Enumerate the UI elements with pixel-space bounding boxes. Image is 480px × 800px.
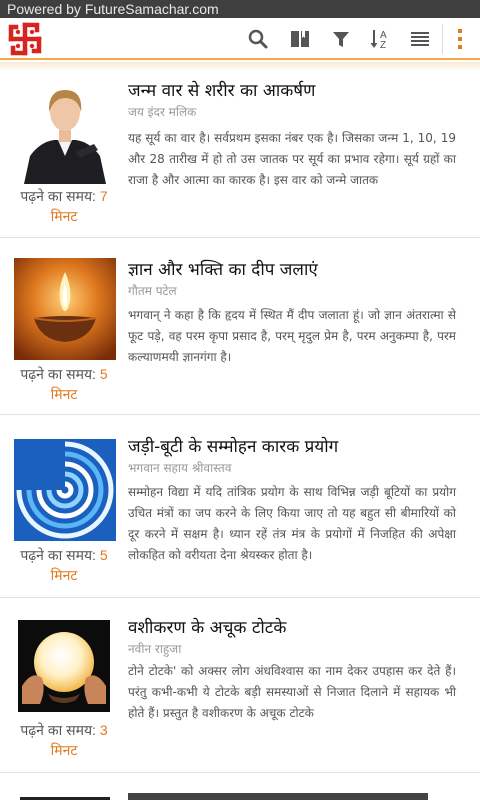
article-author: नवीन राहुजा xyxy=(128,642,182,656)
read-time-label: पढ़ने का समय: xyxy=(20,722,96,738)
read-time: पढ़ने का समय: 3 मिनट xyxy=(6,720,122,760)
swastik-logo-icon[interactable] xyxy=(8,22,42,56)
read-time: पढ़ने का समय: 5 मिनट xyxy=(6,364,122,404)
read-time-value: 7 xyxy=(99,188,108,204)
article-item[interactable]: पढ़ने का समय: 5 मिनट ज्ञान और भक्ति का द… xyxy=(0,238,480,415)
article-author: गौतम पटेल xyxy=(128,284,177,298)
businesswoman-photo xyxy=(14,82,116,184)
app-toolbar: A Z xyxy=(0,18,480,60)
read-time-unit: मिनट xyxy=(50,208,78,224)
article-title[interactable]: ज्ञान और भक्ति का दीप जलाएं xyxy=(128,259,474,281)
read-time-value: 3 xyxy=(99,722,108,738)
article-list: पढ़ने का समय: 7 मिनट जन्म वार से शरीर का… xyxy=(0,72,480,800)
read-time-label: पढ़ने का समय: xyxy=(20,547,96,563)
status-bar-text: Powered by FutureSamachar.com xyxy=(7,1,219,17)
toolbar-divider xyxy=(442,24,443,54)
article-item[interactable]: पढ़ने का समय: 3 मिनट वशीकरण के अचूक टोटक… xyxy=(0,598,480,773)
read-time: पढ़ने का समय: 7 मिनट xyxy=(6,186,122,226)
read-time-label: पढ़ने का समय: xyxy=(20,188,96,204)
overflow-menu-icon[interactable] xyxy=(449,28,471,50)
article-excerpt: भगवान् ने कहा है कि हृदय में स्थित मैं द… xyxy=(128,308,456,364)
article-item[interactable]: पढ़ने का समय: 5 मिनट जड़ी-बूटी के सम्मोह… xyxy=(0,415,480,598)
read-time-value: 5 xyxy=(99,366,108,382)
sort-letter-z: Z xyxy=(380,40,386,50)
partial-title xyxy=(128,793,428,800)
article-excerpt: टोने टोटके' को अक्सर लोग अंधविश्वास का न… xyxy=(128,664,456,720)
read-time-label: पढ़ने का समय: xyxy=(20,366,96,382)
article-author: भगवान सहाय श्रीवास्तव xyxy=(128,461,232,475)
filter-icon[interactable] xyxy=(330,28,352,50)
diya-lamp-photo xyxy=(14,258,116,360)
list-view-icon[interactable] xyxy=(409,28,431,50)
sort-az-icon[interactable]: A Z xyxy=(369,28,391,50)
read-time-value: 5 xyxy=(99,547,108,563)
article-title[interactable]: जड़ी-बूटी के सम्मोहन कारक प्रयोग xyxy=(128,436,474,458)
article-item[interactable]: पढ़ने का समय: 7 मिनट जन्म वार से शरीर का… xyxy=(0,72,480,238)
read-time-unit: मिनट xyxy=(50,386,78,402)
search-icon[interactable] xyxy=(247,28,269,50)
read-time: पढ़ने का समय: 5 मिनट xyxy=(6,545,122,585)
article-excerpt: सम्मोहन विद्या में यदि तांत्रिक प्रयोग क… xyxy=(128,485,456,562)
toolbar-shadow xyxy=(0,62,480,72)
article-title[interactable]: वशीकरण के अचूक टोटके xyxy=(128,617,474,639)
article-excerpt: यह सूर्य का वार है। सर्वप्रथम इसका नंबर … xyxy=(128,131,456,187)
article-title[interactable]: जन्म वार से शरीर का आकर्षण xyxy=(128,80,474,102)
read-time-unit: मिनट xyxy=(50,742,78,758)
article-item-partial[interactable] xyxy=(0,773,480,800)
read-time-unit: मिनट xyxy=(50,567,78,583)
book-icon[interactable] xyxy=(289,28,311,50)
status-bar: Powered by FutureSamachar.com xyxy=(0,0,480,18)
article-author: जय इंदर मलिक xyxy=(128,105,197,119)
hypnotic-swirl-image xyxy=(14,439,116,541)
crystal-ball-photo xyxy=(18,620,110,712)
